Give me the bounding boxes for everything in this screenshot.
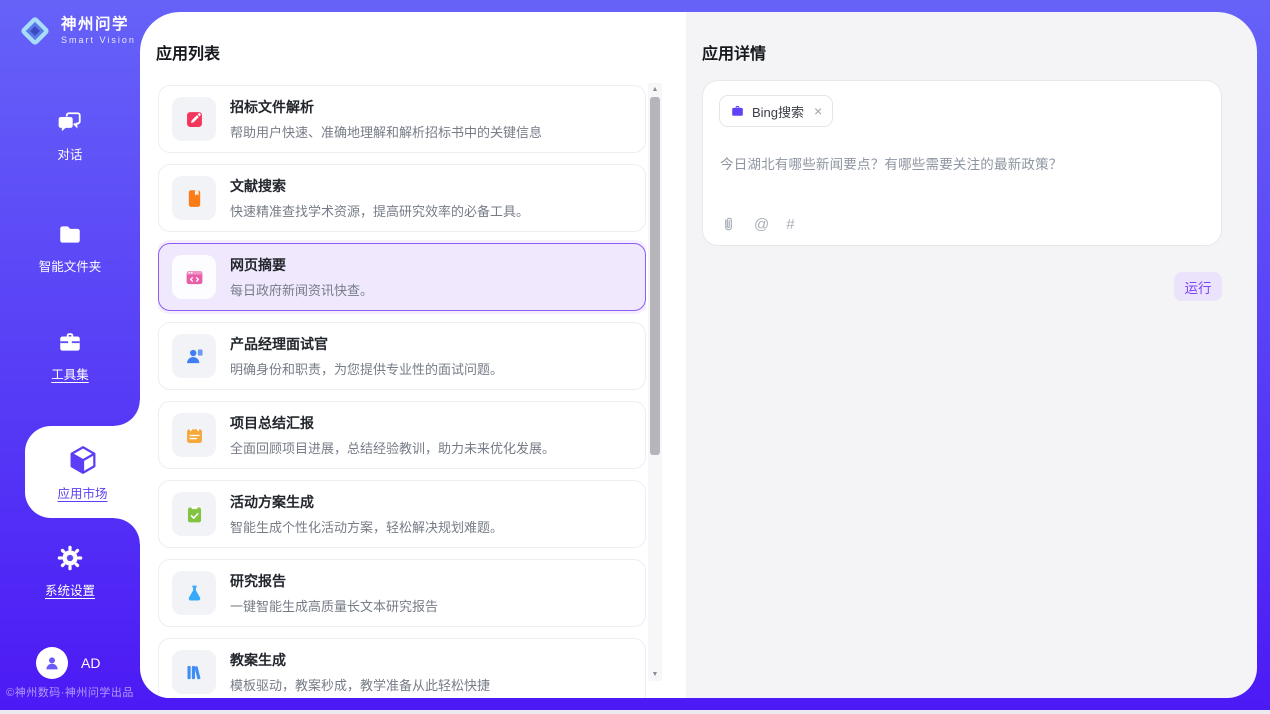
app-card-desc: 明确身份和职责，为您提供专业性的面试问题。 (230, 359, 503, 378)
brand-subtitle: Smart Vision (61, 36, 136, 45)
app-card-title: 活动方案生成 (230, 492, 503, 512)
sidebar-item-label: 智能文件夹 (39, 256, 102, 275)
app-card-desc: 每日政府新闻资讯快查。 (230, 280, 373, 299)
app-card-title: 产品经理面试官 (230, 334, 503, 354)
avatar (36, 647, 68, 679)
app-card-desc: 智能生成个性化活动方案，轻松解决规划难题。 (230, 517, 503, 536)
sidebar-item-label: 应用市场 (57, 483, 107, 502)
user-avatar-icon (43, 654, 61, 672)
sidebar-item-label: 工具集 (51, 364, 89, 383)
sidebar-item-settings[interactable]: 系统设置 (0, 544, 140, 599)
gear-icon (56, 544, 84, 572)
brand-name: 神州问学 (61, 17, 136, 33)
sidebar-footer-credit: ©神州数码·神州问学出品 (0, 684, 140, 700)
app-card-desc: 一键智能生成高质量长文本研究报告 (230, 596, 438, 615)
app-card-title: 项目总结汇报 (230, 413, 555, 433)
sidebar-item-label: 对话 (57, 144, 82, 163)
bottom-edge-strip (0, 710, 1270, 714)
app-card-title: 网页摘要 (230, 255, 373, 275)
mention-icon[interactable]: @ (754, 217, 769, 232)
app-card-literature-search[interactable]: 文献搜索 快速精准查找学术资源，提高研究效率的必备工具。 (158, 164, 646, 232)
query-text[interactable]: 今日湖北有哪些新闻要点？有哪些需要关注的最新政策？ (720, 153, 1205, 173)
app-card-web-summary-selected[interactable]: 网页摘要 每日政府新闻资讯快查。 (158, 243, 646, 311)
app-card-title: 教案生成 (230, 650, 490, 670)
briefcase-icon (730, 104, 745, 119)
hash-icon[interactable]: # (786, 217, 794, 232)
sidebar: 神州问学 Smart Vision 对话 智能文件夹 工具集 (0, 0, 140, 714)
tool-chip-bing-search[interactable]: Bing搜索 × (719, 95, 833, 127)
user-initials: AD (81, 655, 100, 671)
app-list-panel: 应用列表 招标文件解析 帮助用户快速、准确地理解和解析招标书中的关键信息 (140, 12, 686, 698)
app-card-lesson-plan[interactable]: 教案生成 模板驱动，教案秒成，教学准备从此轻松快捷 (158, 638, 646, 698)
app-card-research-report[interactable]: 研究报告 一键智能生成高质量长文本研究报告 (158, 559, 646, 627)
scrollbar-up-arrow-icon[interactable]: ▲ (648, 86, 662, 93)
toolbox-icon (57, 330, 83, 356)
interviewer-icon (172, 334, 216, 378)
user-account[interactable]: AD (36, 647, 100, 679)
books-icon (172, 650, 216, 694)
app-detail-panel: 应用详情 Bing搜索 × 今日湖北有哪些新闻要点？有哪些需要关注的最新政策？ (686, 12, 1257, 698)
sidebar-item-smart-folder[interactable]: 智能文件夹 (0, 222, 140, 275)
app-card-pm-interviewer[interactable]: 产品经理面试官 明确身份和职责，为您提供专业性的面试问题。 (158, 322, 646, 390)
app-card-list: 招标文件解析 帮助用户快速、准确地理解和解析招标书中的关键信息 文献搜索 快速精… (158, 85, 646, 698)
app-card-title: 招标文件解析 (230, 97, 542, 117)
edit-document-icon (172, 97, 216, 141)
calendar-report-icon (172, 413, 216, 457)
content-area: 应用列表 招标文件解析 帮助用户快速、准确地理解和解析招标书中的关键信息 (140, 12, 1257, 698)
app-card-title: 文献搜索 (230, 176, 529, 196)
sidebar-item-label: 系统设置 (45, 580, 95, 599)
folder-icon (57, 222, 83, 248)
diamond-logo-icon (16, 12, 54, 50)
app-card-event-plan[interactable]: 活动方案生成 智能生成个性化活动方案，轻松解决规划难题。 (158, 480, 646, 548)
sidebar-item-toolset[interactable]: 工具集 (0, 330, 140, 383)
sidebar-item-chat[interactable]: 对话 (0, 110, 140, 163)
research-flask-icon (172, 571, 216, 615)
run-button[interactable]: 运行 (1174, 272, 1222, 301)
tool-chip-label: Bing搜索 (752, 102, 804, 121)
chip-close-icon[interactable]: × (814, 104, 822, 118)
app-card-bid-parse[interactable]: 招标文件解析 帮助用户快速、准确地理解和解析招标书中的关键信息 (158, 85, 646, 153)
cube-icon (66, 443, 100, 477)
app-card-desc: 全面回顾项目进展，总结经验教训，助力未来优化发展。 (230, 438, 555, 457)
app-detail-title: 应用详情 (702, 40, 766, 64)
app-card-desc: 快速精准查找学术资源，提高研究效率的必备工具。 (230, 201, 529, 220)
app-card-desc: 模板驱动，教案秒成，教学准备从此轻松快捷 (230, 675, 490, 694)
app-card-project-summary[interactable]: 项目总结汇报 全面回顾项目进展，总结经验教训，助力未来优化发展。 (158, 401, 646, 469)
browser-code-icon (172, 255, 216, 299)
scrollbar-thumb[interactable] (650, 97, 660, 455)
list-scrollbar[interactable]: ▲ ▼ (648, 83, 662, 681)
query-composer[interactable]: Bing搜索 × 今日湖北有哪些新闻要点？有哪些需要关注的最新政策？ @ # (702, 80, 1222, 246)
app-card-desc: 帮助用户快速、准确地理解和解析招标书中的关键信息 (230, 122, 542, 141)
brand-logo: 神州问学 Smart Vision (16, 12, 136, 50)
paperclip-icon[interactable] (720, 216, 737, 233)
book-icon (172, 176, 216, 220)
clipboard-check-icon (172, 492, 216, 536)
scrollbar-down-arrow-icon[interactable]: ▼ (648, 671, 662, 678)
app-card-title: 研究报告 (230, 571, 438, 591)
chat-icon (57, 110, 83, 136)
app-list-title: 应用列表 (156, 40, 220, 64)
composer-toolbar: @ # (720, 216, 795, 233)
sidebar-item-app-market-active[interactable]: 应用市场 (25, 426, 140, 518)
